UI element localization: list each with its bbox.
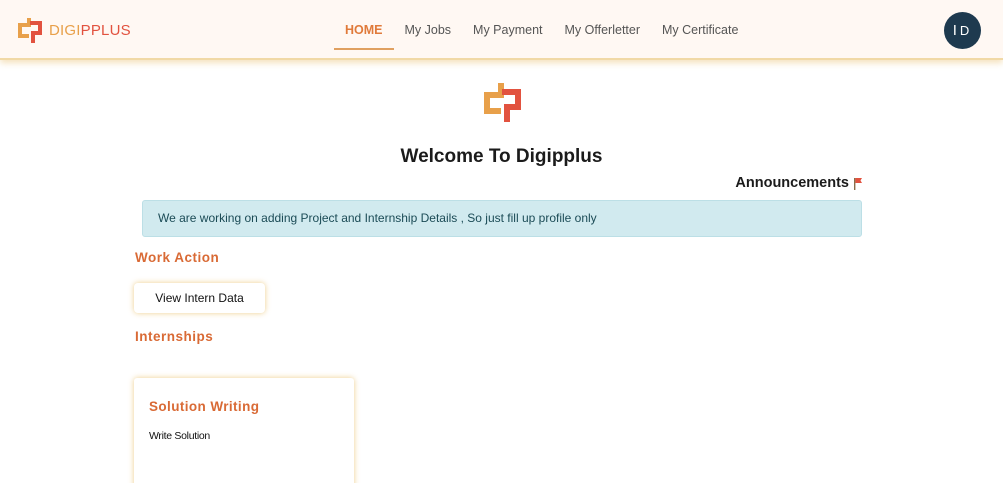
user-avatar[interactable]: ID [944,12,981,49]
nav-my-payment[interactable]: My Payment [462,0,553,60]
announcements-label: Announcements [735,175,849,191]
nav-my-jobs[interactable]: My Jobs [394,0,463,60]
top-navbar: DIGIPPLUS HOME My Jobs My Payment My Off… [0,0,1003,60]
dp-logo-icon [18,18,42,43]
nav-my-offerletter[interactable]: My Offerletter [554,0,651,60]
nav-home[interactable]: HOME [334,0,394,60]
announcements-header: Announcements [735,175,863,191]
avatar-initial-1: I [952,22,960,39]
welcome-heading: Welcome To Digipplus [400,146,603,167]
work-action-title: Work Action [135,250,220,265]
internships-title: Internships [135,329,214,344]
internship-card[interactable]: Solution Writing Write Solution [134,378,354,483]
flag-icon [854,177,862,190]
nav-my-certificate[interactable]: My Certificate [651,0,749,60]
view-intern-data-button[interactable]: View Intern Data [134,283,265,313]
main-nav: HOME My Jobs My Payment My Offerletter M… [334,0,749,60]
dp-logo-icon [484,83,521,122]
brand[interactable]: DIGIPPLUS [16,15,131,45]
avatar-initial-2: D [959,23,973,38]
brand-name: DIGIPPLUS [49,21,131,39]
internship-card-description: Write Solution [149,430,210,442]
announcement-alert: We are working on adding Project and Int… [142,200,862,237]
internship-card-title: Solution Writing [149,399,260,414]
